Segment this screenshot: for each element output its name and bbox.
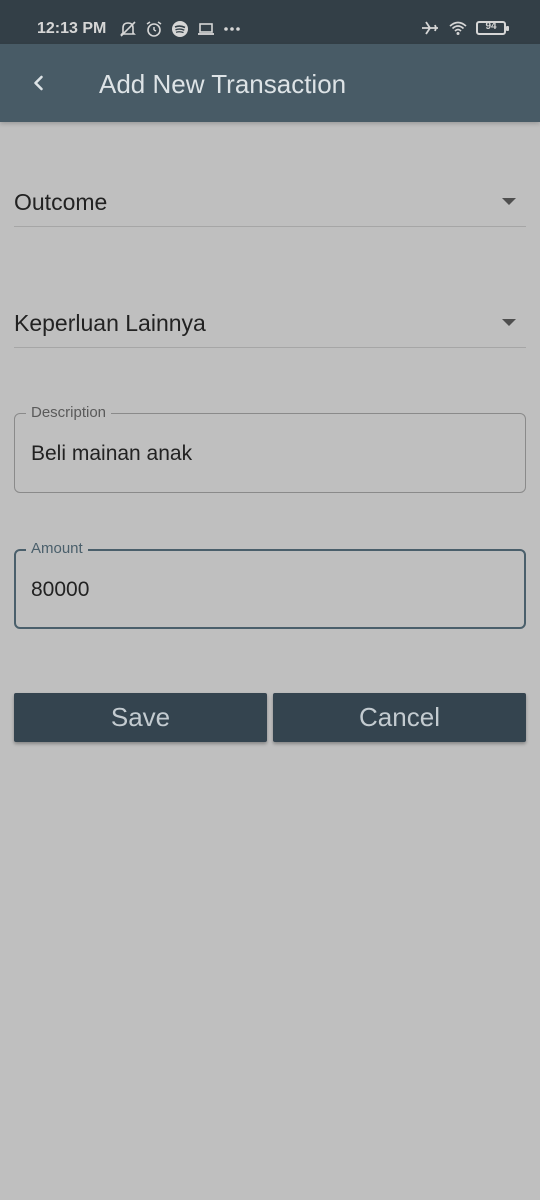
wifi-icon (449, 21, 467, 35)
back-button[interactable] (22, 66, 56, 100)
transaction-type-value: Outcome (14, 189, 108, 215)
amount-field[interactable]: Amount 80000 (14, 540, 526, 629)
laptop-icon (198, 23, 214, 35)
battery-icon: 94 (476, 21, 509, 35)
status-icons-left (118, 19, 242, 39)
save-button[interactable]: Save (14, 693, 267, 742)
description-field[interactable]: Description Beli mainan anak (14, 404, 526, 493)
more-dots-icon (224, 27, 240, 31)
status-bar: 12:13 PM 94 (0, 0, 540, 44)
dropdown-arrow-icon (502, 198, 516, 205)
airplane-icon (422, 21, 438, 35)
description-label: Description (26, 404, 112, 422)
battery-level: 94 (485, 21, 497, 32)
status-time: 12:13 PM (37, 20, 107, 37)
dropdown-arrow-icon (502, 319, 516, 326)
mute-icon (120, 21, 136, 37)
category-value: Keperluan Lainnya (14, 310, 206, 336)
chevron-left-icon (34, 75, 43, 91)
amount-input[interactable]: 80000 (31, 578, 89, 602)
status-icons-right: 94 (420, 18, 509, 38)
page-title: Add New Transaction (99, 69, 347, 99)
spotify-icon (172, 21, 188, 37)
alarm-icon (146, 21, 162, 37)
transaction-type-dropdown[interactable]: Outcome (14, 176, 526, 227)
cancel-button[interactable]: Cancel (273, 693, 526, 742)
description-input[interactable]: Beli mainan anak (31, 442, 192, 466)
amount-label: Amount (26, 540, 88, 558)
app-bar: Add New Transaction (0, 44, 540, 122)
category-dropdown[interactable]: Keperluan Lainnya (14, 297, 526, 348)
